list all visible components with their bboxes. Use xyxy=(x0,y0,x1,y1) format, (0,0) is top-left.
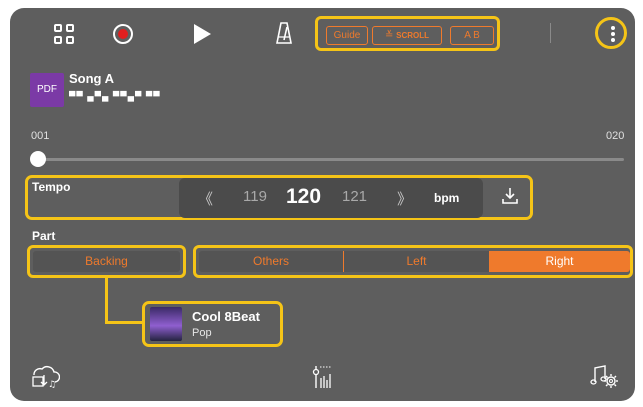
part-option-right[interactable]: Right xyxy=(489,251,630,272)
backing-button[interactable]: Backing xyxy=(33,251,180,272)
main-panel: Guide ≚ SCROLL A B PDF Song A ▀▀ ▄▀▄ ▀▀▄… xyxy=(10,8,635,401)
toolbar-divider xyxy=(550,23,551,43)
position-slider-track[interactable] xyxy=(39,158,624,161)
style-genre: Pop xyxy=(192,327,212,339)
mixer-icon[interactable] xyxy=(312,362,336,390)
svg-text:♫: ♫ xyxy=(48,380,56,389)
part-option-others[interactable]: Others xyxy=(199,251,343,272)
metronome-icon[interactable] xyxy=(276,22,292,44)
style-thumbnail xyxy=(150,307,182,341)
style-name: Cool 8Beat xyxy=(192,309,260,324)
scroll-icon: ≚ xyxy=(384,30,394,41)
connector-line-vertical xyxy=(105,278,108,323)
music-settings-icon[interactable] xyxy=(590,362,620,390)
tempo-current-value[interactable]: 120 xyxy=(286,185,321,209)
guide-button[interactable]: Guide xyxy=(326,26,368,45)
more-options-button[interactable] xyxy=(595,17,627,49)
song-subtitle: ▀▀ ▄▀▄ ▀▀▄▀ ▀▀ xyxy=(69,91,161,101)
play-icon[interactable] xyxy=(194,24,211,44)
tempo-decrease-icon[interactable]: 《 xyxy=(198,188,213,209)
tempo-next-value: 121 xyxy=(342,188,368,205)
position-slider-thumb[interactable] xyxy=(30,151,46,167)
backing-part-box: Backing xyxy=(27,245,186,278)
tempo-download-icon[interactable] xyxy=(500,186,520,206)
ab-repeat-label: A B xyxy=(464,30,480,41)
menu-grid-icon[interactable] xyxy=(54,24,74,44)
record-icon[interactable] xyxy=(113,24,133,44)
scroll-button[interactable]: ≚ SCROLL xyxy=(372,26,442,45)
tempo-unit: bpm xyxy=(434,191,460,205)
tempo-prev-value: 119 xyxy=(243,188,267,205)
ab-repeat-button[interactable]: A B xyxy=(450,26,494,45)
connector-line-horizontal xyxy=(105,321,145,324)
pdf-file-icon[interactable]: PDF xyxy=(30,73,64,107)
position-start: 001 xyxy=(31,130,50,142)
song-title: Song A xyxy=(69,71,115,86)
playback-mode-group: Guide ≚ SCROLL A B xyxy=(315,16,500,51)
position-end: 020 xyxy=(606,130,625,142)
part-segmented-control: Others Left Right xyxy=(193,245,633,278)
tempo-increase-icon[interactable]: 》 xyxy=(397,188,412,209)
scroll-label: SCROLL xyxy=(396,31,430,40)
part-label: Part xyxy=(32,229,56,243)
tempo-label: Tempo xyxy=(32,180,71,194)
part-option-left[interactable]: Left xyxy=(344,251,489,272)
download-style-icon[interactable]: ♫ xyxy=(30,363,60,389)
